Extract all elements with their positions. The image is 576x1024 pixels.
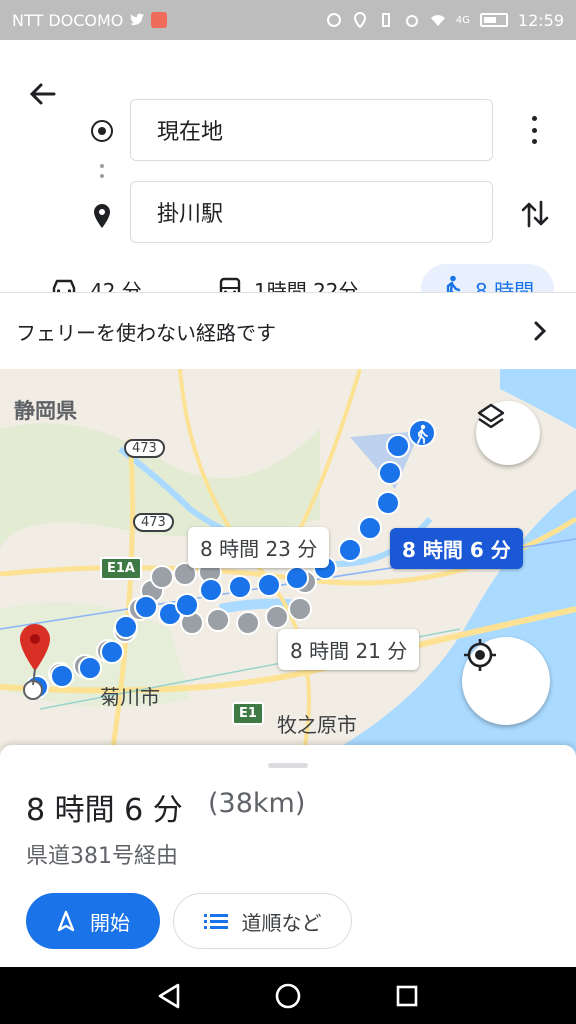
swap-icon[interactable] [520,198,550,230]
more-options-icon[interactable] [522,116,546,144]
location-icon [353,12,366,28]
steps-button[interactable]: 道順など [173,893,352,949]
layers-button[interactable] [476,401,540,465]
navigation-arrow-icon [57,910,75,932]
route-summary-sheet[interactable]: 8 時間 6 分 (38km) 県道381号経由 開始 道順など [0,745,576,967]
battery-icon [479,13,508,27]
route-shield-473-south: 473 [133,513,174,532]
chevron-right-icon [534,321,547,341]
alt-route-callout-1[interactable]: 8 時間 23 分 [188,527,330,568]
ferry-notice-text: フェリーを使わない経路です [16,320,276,345]
ferry-notice[interactable]: フェリーを使わない経路です [0,293,576,369]
crosshair-icon [464,639,496,671]
primary-route-callout[interactable]: 8 時間 6 分 [390,528,523,569]
triangle-back-icon [159,983,180,1008]
steps-button-label: 道順など [241,910,322,935]
nav-back-button[interactable] [153,980,185,1012]
wifi-icon [430,15,445,26]
back-arrow-icon[interactable] [24,76,60,112]
data-saver-icon [326,13,341,27]
expressway-shield-e1: E1 [232,702,264,725]
alarm-icon [405,15,418,27]
expressway-shield-e1a: E1A [100,557,142,580]
network-type-label: 4G [455,14,470,26]
destination-pin-icon [94,204,110,228]
destination-field[interactable]: 掛川駅 [130,181,493,243]
origin-marker-icon [91,120,113,142]
square-recents-icon [396,985,417,1006]
start-button-label: 開始 [90,910,130,935]
drag-handle[interactable] [268,763,308,768]
carrier-label: NTT DOCOMO [12,10,124,30]
prefecture-label: 静岡県 [14,399,77,423]
nav-recents-button[interactable] [391,980,423,1012]
city-label-kikugawa: 菊川市 [100,685,160,709]
circle-home-icon [275,983,301,1008]
directions-header: 現在地 掛川駅 42 分 1時間 22分 8 時間 [0,40,576,314]
walking-origin-icon [417,424,428,444]
system-nav-bar [0,967,576,1024]
origin-field[interactable]: 現在地 [130,99,493,161]
my-location-button[interactable] [462,637,550,725]
route-distance: (38km) [208,788,306,819]
city-label-makinohara: 牧之原市 [277,713,357,737]
layers-icon [477,403,505,429]
map-view[interactable]: 静岡県 473 473 E1A E1 菊川市 牧之原市 8 時間 23 分 8 … [0,369,576,769]
twitter-icon [130,13,145,25]
list-icon [203,914,228,929]
vibrate-icon [381,13,390,27]
nav-home-button[interactable] [272,980,304,1012]
route-via: 県道381号経由 [26,844,178,869]
clock: 12:59 [517,10,564,30]
route-duration: 8 時間 6 分 [26,793,183,828]
alt-route-callout-2[interactable]: 8 時間 21 分 [278,629,420,670]
route-shield-473-north: 473 [124,439,165,458]
mail-notification-icon [151,12,168,28]
start-button[interactable]: 開始 [26,893,160,949]
connector-dots [100,164,104,184]
status-bar: NTT DOCOMO 4G 12:59 [0,0,576,40]
